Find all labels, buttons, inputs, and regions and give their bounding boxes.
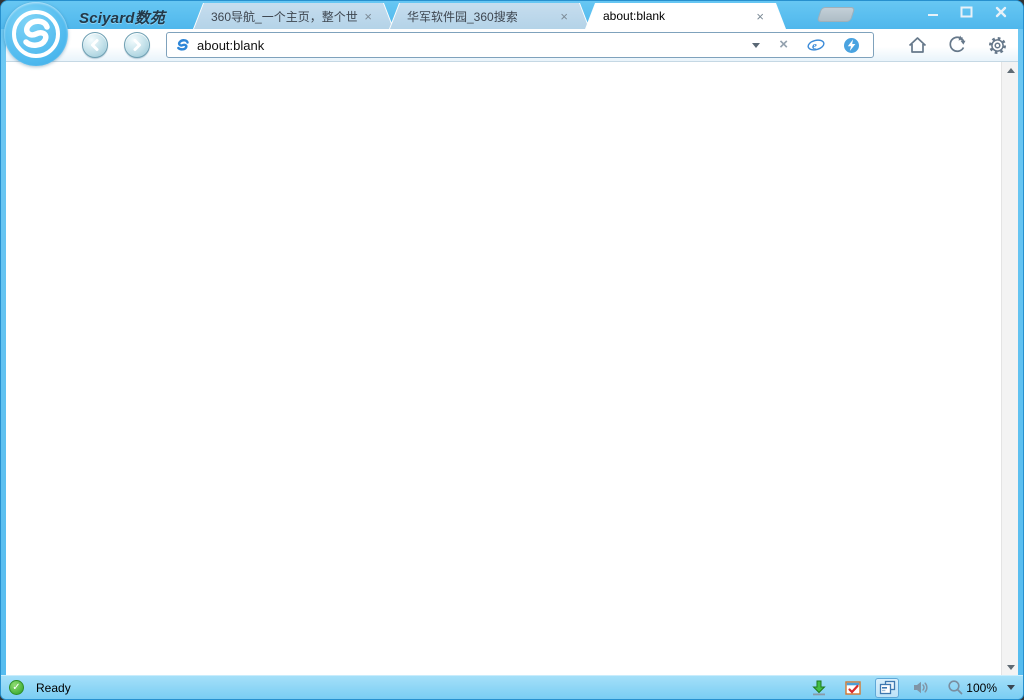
page-content — [6, 62, 1018, 675]
scroll-down-button[interactable] — [1002, 659, 1019, 675]
tab-close-icon[interactable]: × — [364, 10, 372, 23]
tab-360-nav[interactable]: 360导航_一个主页，整个世界 × — [193, 3, 394, 29]
app-logo[interactable] — [4, 2, 68, 66]
form-check-icon — [845, 680, 861, 695]
tab-huajun[interactable]: 华军软件园_360搜索 × — [389, 3, 590, 29]
vertical-scrollbar[interactable] — [1001, 62, 1018, 675]
tab-label: 华军软件园_360搜索 — [407, 9, 518, 24]
brand-title: Sciyard数苑 — [79, 7, 165, 28]
sidebar-panels-button[interactable] — [875, 677, 900, 698]
window-controls — [920, 4, 1013, 19]
restore-star-icon — [949, 35, 966, 53]
download-icon — [812, 680, 827, 695]
forward-button[interactable] — [124, 32, 150, 58]
tab-close-icon[interactable]: × — [560, 10, 568, 23]
status-text: Ready — [36, 680, 71, 695]
speed-bolt-icon — [844, 37, 859, 53]
url-dropdown-icon[interactable] — [752, 42, 761, 48]
back-icon — [91, 39, 99, 51]
browser-window: Sciyard数苑 360导航_一个主页，整个世界 × 华军软件园_360搜索 … — [0, 0, 1024, 700]
speaker-icon — [914, 681, 928, 694]
back-button[interactable] — [82, 32, 108, 58]
stop-icon[interactable]: × — [779, 37, 788, 52]
download-manager-button[interactable] — [807, 678, 831, 698]
title-bar: Sciyard数苑 360导航_一个主页，整个世界 × 华军软件园_360搜索 … — [1, 1, 1023, 66]
magnifier-icon — [948, 680, 963, 695]
chrome-area: about:blank × e — [6, 29, 1018, 675]
maximize-button[interactable] — [954, 4, 979, 19]
zoom-dropdown-icon[interactable] — [1007, 685, 1015, 690]
scroll-up-button[interactable] — [1002, 62, 1019, 78]
tab-close-icon[interactable]: × — [756, 10, 764, 23]
ie-icon: e — [807, 39, 825, 52]
new-tab-button[interactable] — [816, 7, 856, 22]
tab-strip: 360导航_一个主页，整个世界 × 华军软件园_360搜索 × about:bl… — [193, 1, 786, 29]
close-icon — [995, 6, 1006, 17]
form-fill-button[interactable] — [841, 678, 865, 698]
tab-label: 360导航_一个主页，整个世界 — [211, 9, 359, 24]
minimize-button[interactable] — [920, 4, 945, 19]
home-button[interactable] — [904, 32, 930, 58]
home-icon — [908, 37, 926, 53]
ie-mode-button[interactable]: e — [807, 37, 825, 53]
brand-latin: Sciyard — [79, 10, 135, 27]
brand-cjk: 数苑 — [134, 10, 166, 27]
minimize-icon — [927, 13, 938, 16]
url-text[interactable]: about:blank — [197, 38, 740, 53]
mute-button[interactable] — [909, 678, 933, 698]
session-restore-button[interactable] — [944, 32, 970, 58]
status-bar: ✓ Ready 100% — [1, 675, 1023, 699]
forward-icon — [133, 39, 141, 51]
zoom-control[interactable]: 100% — [947, 679, 1015, 696]
page-favicon — [177, 38, 189, 51]
speed-mode-button[interactable] — [843, 37, 860, 54]
scroll-down-icon — [1006, 664, 1015, 670]
panels-icon — [879, 680, 895, 695]
close-button[interactable] — [988, 4, 1013, 19]
navigation-bar: about:blank × e — [6, 29, 1018, 62]
tab-about-blank[interactable]: about:blank × — [585, 3, 786, 29]
svg-text:e: e — [812, 40, 817, 52]
gear-icon — [988, 36, 1006, 54]
zoom-level: 100% — [966, 680, 997, 695]
swirl-logo-icon — [12, 10, 60, 58]
maximize-icon — [960, 6, 973, 17]
ready-status-icon: ✓ — [9, 680, 24, 695]
settings-button[interactable] — [984, 32, 1010, 58]
address-bar[interactable]: about:blank × e — [166, 32, 874, 58]
tab-label: about:blank — [603, 9, 666, 23]
scroll-up-icon — [1006, 67, 1015, 73]
